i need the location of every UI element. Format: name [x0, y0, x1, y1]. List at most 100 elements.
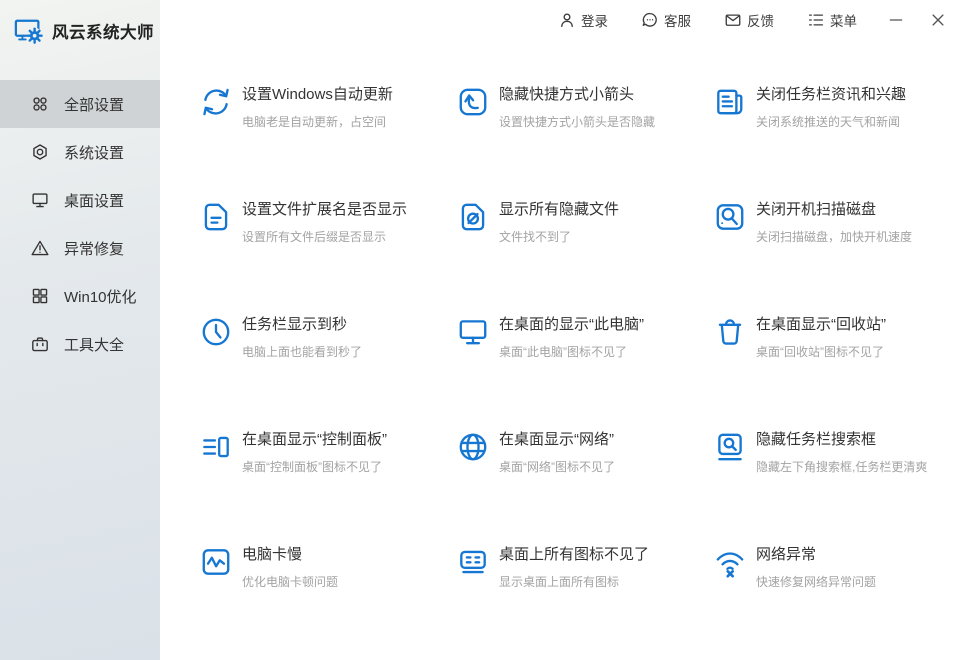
sidebar-item[interactable]: 工具大全	[0, 320, 160, 368]
system-settings-icon	[30, 142, 50, 162]
topbar-item-label: 反馈	[747, 13, 774, 29]
setting-card[interactable]: 在桌面的显示“此电脑” 桌面“此电脑”图标不见了	[456, 315, 713, 430]
setting-card-subtitle: 电脑上面也能看到秒了	[242, 345, 363, 359]
topbar-item[interactable]: 菜单	[807, 10, 857, 30]
setting-card-subtitle: 电脑老是自动更新，占空间	[242, 115, 387, 129]
warning-icon	[30, 238, 50, 258]
refresh-icon	[199, 85, 233, 119]
setting-card[interactable]: 电脑卡慢 优化电脑卡顿问题	[199, 545, 456, 660]
setting-card[interactable]: 在桌面显示“网络” 桌面“网络”图标不见了	[456, 430, 713, 545]
topbar-nav: 登录 客服 反馈 菜单	[558, 10, 857, 30]
monitor-icon	[456, 315, 490, 349]
topbar: 登录 客服 反馈 菜单	[160, 0, 960, 39]
sidebar: 风云系统大师 全部设置 系统设置 桌面设置 异常修复 Win10优化 工具大全	[0, 0, 160, 660]
setting-card-subtitle: 设置所有文件后缀是否显示	[242, 230, 387, 244]
topbar-item[interactable]: 客服	[641, 10, 691, 30]
sidebar-item-label: 异常修复	[64, 240, 125, 258]
setting-card-subtitle: 显示桌面上面所有图标	[499, 575, 620, 589]
file-extension-icon	[199, 200, 233, 234]
sidebar-item-label: 全部设置	[64, 96, 125, 114]
setting-card-title: 桌面上所有图标不见了	[499, 546, 650, 563]
toolbox-icon	[30, 334, 50, 354]
app-window: 风云系统大师 全部设置 系统设置 桌面设置 异常修复 Win10优化 工具大全 …	[0, 0, 960, 660]
settings-grid: 设置Windows自动更新 电脑老是自动更新，占空间 隐藏快捷方式小箭头 设置快…	[160, 39, 960, 660]
setting-card-title: 网络异常	[756, 546, 817, 563]
setting-card[interactable]: 桌面上所有图标不见了 显示桌面上面所有图标	[456, 545, 713, 660]
topbar-item-label: 登录	[581, 13, 608, 29]
setting-card-subtitle: 关闭扫描磁盘，加快开机速度	[756, 230, 913, 244]
setting-card[interactable]: 设置Windows自动更新 电脑老是自动更新，占空间	[199, 85, 456, 200]
topbar-item[interactable]: 反馈	[724, 10, 774, 30]
minimize-button[interactable]	[883, 7, 909, 33]
setting-card-title: 在桌面显示“控制面板”	[242, 431, 387, 448]
wifi-error-icon	[713, 545, 747, 579]
user-icon	[558, 11, 576, 29]
setting-card-title: 在桌面的显示“此电脑”	[499, 316, 644, 333]
chat-icon	[641, 11, 659, 29]
mail-icon	[724, 11, 742, 29]
setting-card-subtitle: 隐藏左下角搜索框,任务栏更清爽	[756, 460, 928, 474]
setting-card-subtitle: 桌面“此电脑”图标不见了	[499, 345, 627, 359]
recycle-bin-icon	[713, 315, 747, 349]
setting-card-title: 任务栏显示到秒	[242, 316, 348, 333]
setting-card-subtitle: 桌面“网络”图标不见了	[499, 460, 615, 474]
setting-card[interactable]: 隐藏快捷方式小箭头 设置快捷方式小箭头是否隐藏	[456, 85, 713, 200]
setting-card[interactable]: 在桌面显示“控制面板” 桌面“控制面板”图标不见了	[199, 430, 456, 545]
clock-icon	[199, 315, 233, 349]
desktop-icons-icon	[456, 545, 490, 579]
hidden-file-icon	[456, 200, 490, 234]
app-title: 风云系统大师	[52, 24, 154, 42]
sidebar-item-label: 系统设置	[64, 144, 125, 162]
setting-card-title: 关闭开机扫描磁盘	[756, 201, 877, 218]
setting-card-title: 设置Windows自动更新	[242, 86, 393, 103]
setting-card-subtitle: 关闭系统推送的天气和新闻	[756, 115, 901, 129]
setting-card-title: 在桌面显示“回收站”	[756, 316, 886, 333]
setting-card-title: 设置文件扩展名是否显示	[242, 201, 408, 218]
setting-card-title: 电脑卡慢	[242, 546, 303, 563]
menu-icon	[807, 11, 825, 29]
setting-card[interactable]: 在桌面显示“回收站” 桌面“回收站”图标不见了	[713, 315, 960, 430]
sidebar-item-label: Win10优化	[64, 288, 137, 306]
news-icon	[713, 85, 747, 119]
setting-card-title: 显示所有隐藏文件	[499, 201, 620, 218]
setting-card[interactable]: 任务栏显示到秒 电脑上面也能看到秒了	[199, 315, 456, 430]
topbar-item-label: 菜单	[830, 13, 857, 29]
sidebar-item-label: 桌面设置	[64, 192, 125, 210]
activity-icon	[199, 545, 233, 579]
sidebar-item[interactable]: 桌面设置	[0, 176, 160, 224]
sidebar-item[interactable]: 全部设置	[0, 80, 160, 128]
setting-card-subtitle: 快速修复网络异常问题	[756, 575, 877, 589]
setting-card-title: 在桌面显示“网络”	[499, 431, 614, 448]
sidebar-item-label: 工具大全	[64, 336, 125, 354]
app-logo-icon	[13, 16, 45, 46]
search-box-icon	[713, 430, 747, 464]
setting-card-title: 隐藏快捷方式小箭头	[499, 86, 635, 103]
main-area: 登录 客服 反馈 菜单 设置Windows自动更新 电脑老是自动更新，占空间 隐…	[160, 0, 960, 660]
sidebar-item[interactable]: 系统设置	[0, 128, 160, 176]
setting-card[interactable]: 关闭开机扫描磁盘 关闭扫描磁盘，加快开机速度	[713, 200, 960, 315]
setting-card[interactable]: 隐藏任务栏搜索框 隐藏左下角搜索框,任务栏更清爽	[713, 430, 960, 545]
setting-card-title: 隐藏任务栏搜索框	[756, 431, 877, 448]
setting-card-subtitle: 桌面“控制面板”图标不见了	[242, 460, 382, 474]
setting-card-subtitle: 文件找不到了	[499, 230, 572, 244]
setting-card[interactable]: 显示所有隐藏文件 文件找不到了	[456, 200, 713, 315]
sidebar-item[interactable]: Win10优化	[0, 272, 160, 320]
app-logo: 风云系统大师	[0, 0, 160, 62]
setting-card[interactable]: 关闭任务栏资讯和兴趣 关闭系统推送的天气和新闻	[713, 85, 960, 200]
topbar-item-label: 客服	[664, 13, 691, 29]
sidebar-menu: 全部设置 系统设置 桌面设置 异常修复 Win10优化 工具大全	[0, 80, 160, 368]
setting-card-subtitle: 桌面“回收站”图标不见了	[756, 345, 884, 359]
globe-icon	[456, 430, 490, 464]
setting-card-title: 关闭任务栏资讯和兴趣	[756, 86, 907, 103]
control-panel-icon	[199, 430, 233, 464]
desktop-settings-icon	[30, 190, 50, 210]
topbar-item[interactable]: 登录	[558, 10, 608, 30]
disk-scan-icon	[713, 200, 747, 234]
setting-card-subtitle: 优化电脑卡顿问题	[242, 575, 339, 589]
close-button[interactable]	[925, 7, 951, 33]
setting-card[interactable]: 网络异常 快速修复网络异常问题	[713, 545, 960, 660]
setting-card-subtitle: 设置快捷方式小箭头是否隐藏	[499, 115, 656, 129]
setting-card[interactable]: 设置文件扩展名是否显示 设置所有文件后缀是否显示	[199, 200, 456, 315]
sidebar-item[interactable]: 异常修复	[0, 224, 160, 272]
grid-icon	[30, 94, 50, 114]
